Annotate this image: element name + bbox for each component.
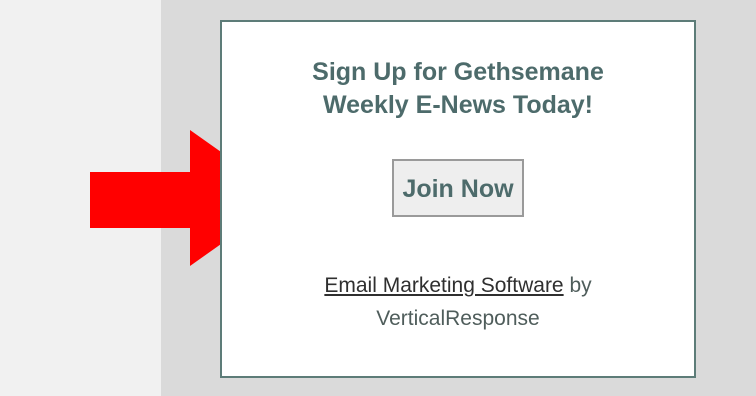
headline-line-2: Weekly E-News Today! — [323, 91, 593, 119]
footer-by-text: by — [563, 274, 592, 297]
signup-headline: Sign Up for Gethsemane Weekly E-News Tod… — [222, 56, 694, 122]
join-now-button[interactable]: Join Now — [392, 159, 524, 217]
headline-line-1: Sign Up for Gethsemane — [312, 58, 604, 86]
footer-company-text: VerticalResponse — [376, 307, 540, 330]
signup-box: Sign Up for Gethsemane Weekly E-News Tod… — [220, 20, 696, 378]
signup-footer: Email Marketing Software by VerticalResp… — [222, 269, 694, 335]
email-marketing-software-link[interactable]: Email Marketing Software — [324, 274, 563, 297]
